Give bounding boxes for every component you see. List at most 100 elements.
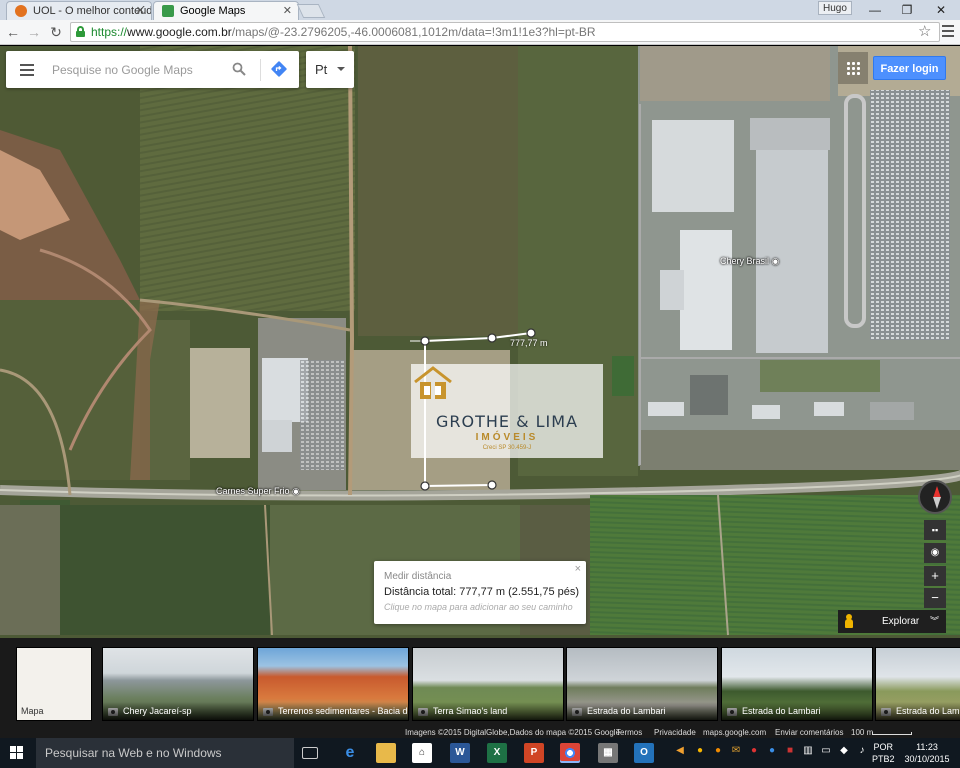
clock-date: 30/10/2015 <box>904 754 950 764</box>
map-footer: Imagens ©2015 DigitalGlobe,Dados do mapa… <box>0 728 960 738</box>
compass-icon[interactable] <box>918 480 952 514</box>
taskbar-clock[interactable]: 11:23 30/10/2015 <box>904 741 950 765</box>
task-view-icon[interactable] <box>302 747 318 759</box>
url-host: www.google.com.br <box>127 25 232 39</box>
privacy-link[interactable]: Privacidade <box>654 728 696 738</box>
thumb-label: Terra Simao's land <box>413 702 563 720</box>
calculator-icon[interactable]: ▦ <box>598 743 618 763</box>
maximize-button[interactable]: ❐ <box>892 0 922 20</box>
file-explorer-icon[interactable] <box>376 743 396 763</box>
place-pin-icon: ◉ <box>292 486 300 496</box>
windows-start-icon[interactable] <box>10 746 24 760</box>
real-estate-watermark: GROTHE & LIMA IMÓVEIS Creci SP 30.459-J <box>411 364 603 458</box>
notification-icon[interactable]: ◆ <box>838 745 850 757</box>
language-code: POR <box>873 742 894 752</box>
google-apps-button[interactable] <box>838 52 868 84</box>
photo-thumb[interactable]: Estrada do Lambari <box>721 647 873 721</box>
tray-app-icon[interactable]: ■ <box>784 745 796 757</box>
store-icon[interactable]: ⌂ <box>412 743 432 763</box>
tab-uol[interactable]: UOL - O melhor conteúdo ✕ <box>6 1 152 20</box>
input-language[interactable]: POR PTB2 <box>872 741 895 765</box>
tab-google-maps[interactable]: Google Maps ✕ <box>153 1 299 20</box>
menu-icon[interactable] <box>20 64 34 76</box>
powerpoint-icon[interactable]: P <box>524 743 544 763</box>
chrome-icon[interactable] <box>560 743 580 763</box>
satellite-map[interactable]: Chery Brasil ◉ Carnes Super Frio ◉ 777,7… <box>0 46 960 638</box>
photo-thumb[interactable]: Estrada do Lambari <box>566 647 718 721</box>
site-link[interactable]: maps.google.com <box>703 728 766 738</box>
speaker-tray-icon[interactable]: ◀ <box>674 745 686 757</box>
volume-icon[interactable]: ♪ <box>856 745 868 757</box>
feedback-link[interactable]: Enviar comentários <box>775 728 843 738</box>
photo-thumb-map[interactable]: Mapa <box>16 647 92 721</box>
zoom-out-button[interactable]: − <box>924 588 946 608</box>
tab-title: UOL - O melhor conteúdo <box>33 5 152 17</box>
tray-app-icon[interactable]: ● <box>766 745 778 757</box>
forward-arrow-icon[interactable]: → <box>24 22 44 42</box>
back-arrow-icon[interactable]: ← <box>3 22 23 42</box>
zoom-in-button[interactable]: + <box>924 566 946 586</box>
thumb-label: Terrenos sedimentares - Bacia d... <box>258 702 408 720</box>
photo-thumb[interactable]: Terrenos sedimentares - Bacia d... <box>257 647 409 721</box>
photo-thumb[interactable]: Terra Simao's land <box>412 647 564 721</box>
directions-icon[interactable] <box>271 61 287 77</box>
address-bar[interactable]: https://www.google.com.br/maps/@-23.2796… <box>70 22 940 42</box>
maps-search-box <box>6 51 299 88</box>
imagery-credit: Imagens ©2015 DigitalGlobe,Dados do mapa… <box>405 728 621 737</box>
action-center-icon[interactable]: ▭ <box>820 745 832 757</box>
sign-in-button[interactable]: Fazer login <box>873 56 946 80</box>
screen: UOL - O melhor conteúdo ✕ Google Maps ✕ … <box>0 0 960 768</box>
photo-thumb[interactable]: Estrada do Lamb <box>875 647 960 721</box>
close-window-button[interactable]: ✕ <box>926 0 956 20</box>
watermark-title: GROTHE & LIMA <box>435 412 579 431</box>
tray-app-icon[interactable]: ● <box>712 745 724 757</box>
keyboard-layout: PTB2 <box>872 754 895 764</box>
network-tray-icon[interactable]: ▥ <box>802 745 814 757</box>
thumb-label: Estrada do Lambari <box>567 702 717 720</box>
measure-hint: Clique no mapa para adicionar ao seu cam… <box>384 602 573 612</box>
apps-grid-icon <box>846 61 860 75</box>
search-input[interactable] <box>52 60 222 80</box>
user-profile-badge[interactable]: Hugo <box>818 1 852 15</box>
browser-menu-icon[interactable] <box>942 25 954 37</box>
measure-distance-card: Medir distância Distância total: 777,77 … <box>374 561 586 624</box>
tab-title: Google Maps <box>180 5 246 17</box>
windows-taskbar: Pesquisar na Web e no Windows e ⌂ W X P … <box>0 738 960 768</box>
word-icon[interactable]: W <box>450 743 470 763</box>
edge-browser-icon[interactable]: e <box>340 743 360 763</box>
tilt-icon[interactable]: ▪▪ <box>924 520 946 540</box>
language-selector[interactable]: Pt <box>306 51 354 88</box>
close-tab-icon[interactable]: ✕ <box>283 2 292 20</box>
my-location-icon[interactable]: ◉ <box>924 543 946 563</box>
carnes-super-frio-label[interactable]: Carnes Super Frio ◉ <box>216 486 300 497</box>
close-tab-icon[interactable]: ✕ <box>136 2 145 20</box>
tray-app-icon[interactable]: ● <box>748 745 760 757</box>
pegman-icon[interactable] <box>845 614 853 628</box>
mail-tray-icon[interactable]: ✉ <box>730 745 742 757</box>
grothe-lima-logo-icon <box>414 366 452 399</box>
place-pin-icon: ◉ <box>771 256 780 266</box>
explore-bar[interactable]: Explorar ︾ <box>838 610 946 633</box>
minimize-button[interactable]: — <box>860 0 890 20</box>
browser-toolbar: ← → ↻ https://www.google.com.br/maps/@-2… <box>0 20 960 45</box>
photo-thumb[interactable]: Chery Jacareí-sp <box>102 647 254 721</box>
new-tab-button[interactable] <box>296 4 326 18</box>
thumb-label: Chery Jacareí-sp <box>103 702 253 720</box>
language-value: Pt <box>315 62 328 77</box>
outlook-icon[interactable]: O <box>634 743 654 763</box>
collapse-chevron-icon[interactable]: ︾ <box>930 610 939 633</box>
search-icon[interactable] <box>232 62 246 76</box>
bookmark-star-icon[interactable]: ☆ <box>918 22 931 42</box>
reload-icon[interactable]: ↻ <box>46 22 66 42</box>
taskbar-search-box[interactable]: Pesquisar na Web e no Windows <box>36 738 294 768</box>
explore-label: Explorar <box>882 616 920 627</box>
tray-app-icon[interactable]: ● <box>694 745 706 757</box>
browser-tab-bar: UOL - O melhor conteúdo ✕ Google Maps ✕ … <box>0 0 960 20</box>
scale-bar <box>872 732 912 735</box>
thumb-label: Estrada do Lambari <box>722 702 872 720</box>
segment-distance-label: 777,77 m <box>510 338 548 348</box>
excel-icon[interactable]: X <box>487 743 507 763</box>
close-icon[interactable]: × <box>575 563 581 575</box>
terms-link[interactable]: Termos <box>616 728 642 738</box>
chery-brasil-label[interactable]: Chery Brasil ◉ <box>720 256 779 267</box>
